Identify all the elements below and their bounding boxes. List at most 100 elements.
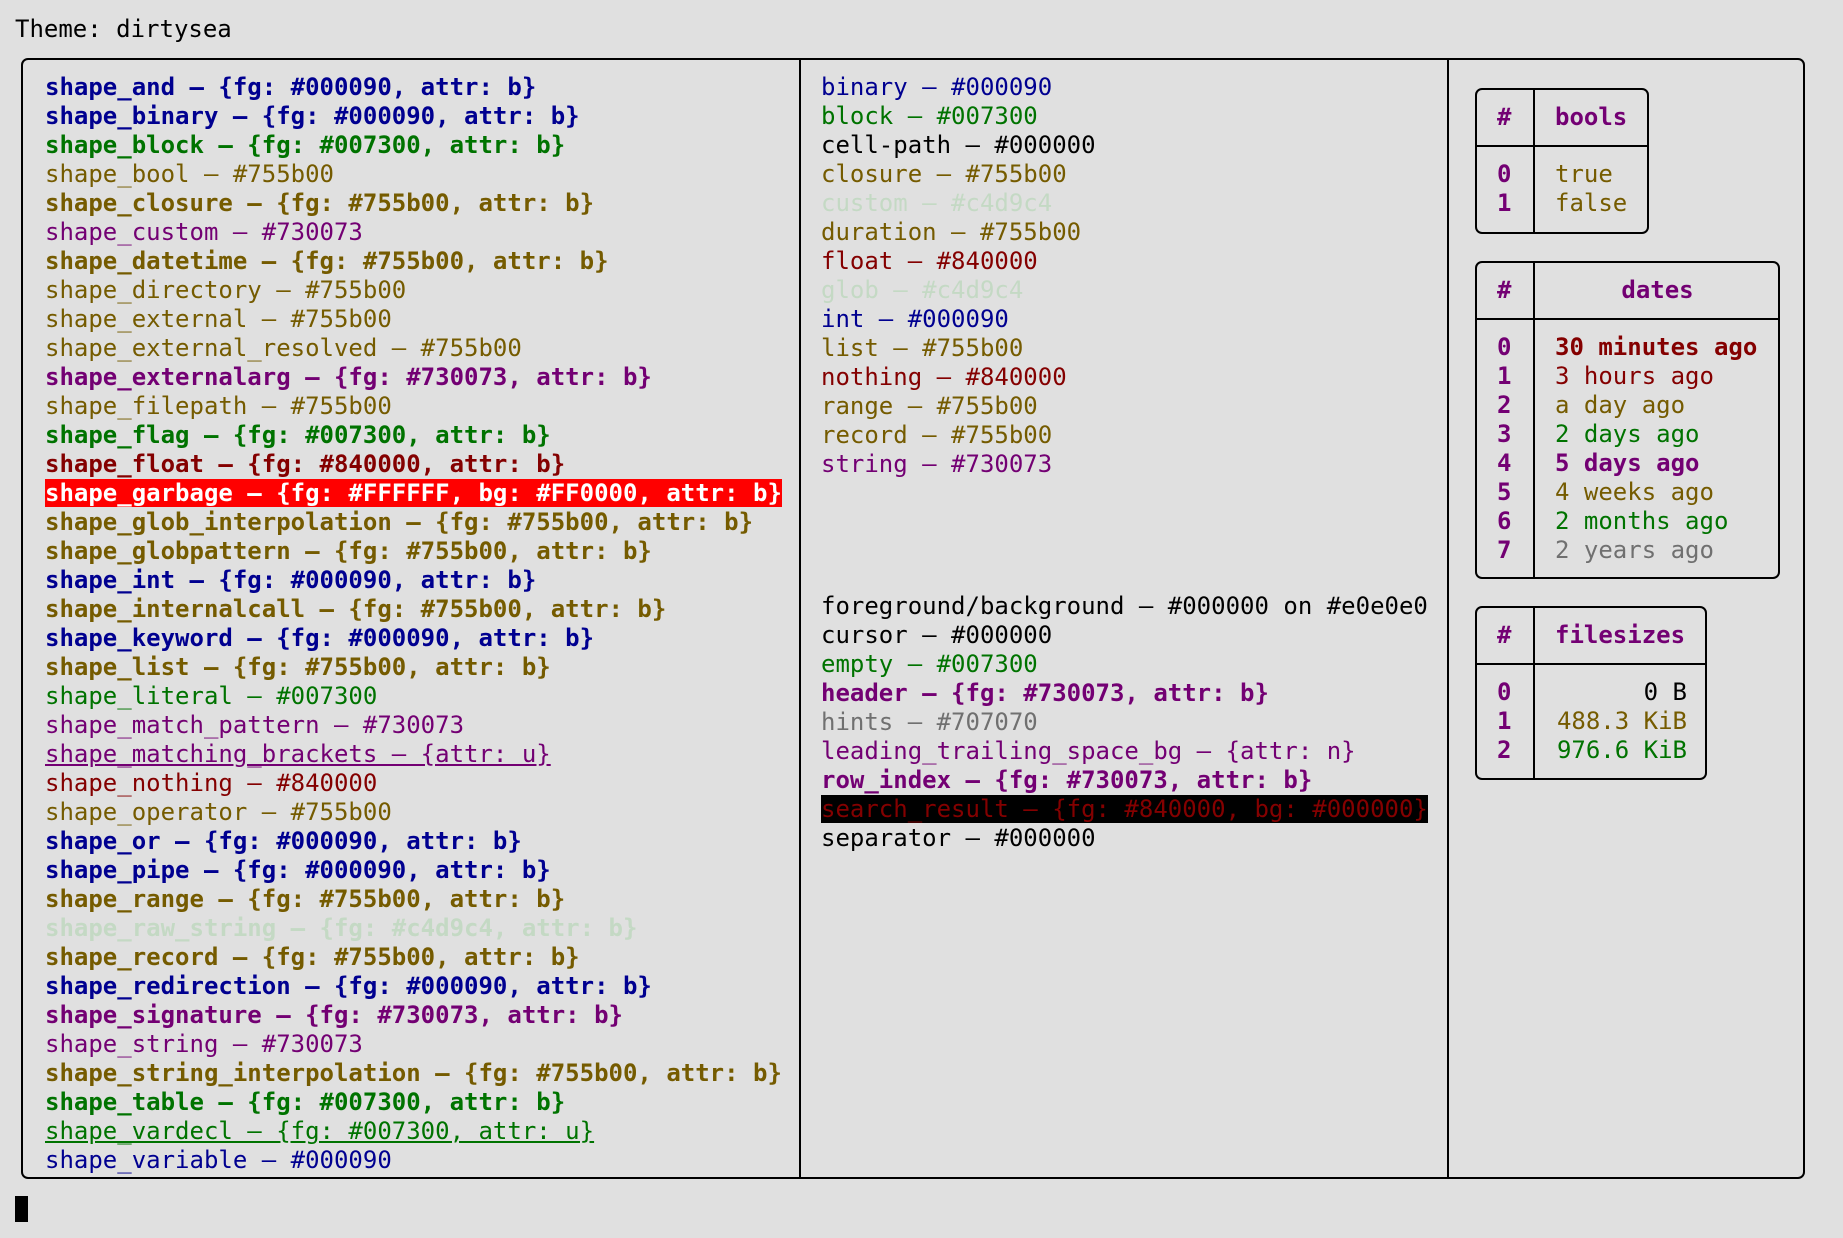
type-color-entry: nothing – #840000 xyxy=(821,363,1096,392)
ui-color-entry-text: cursor – #000000 xyxy=(821,621,1053,649)
shape-style-entry: shape_globpattern – {fg: #755b00, attr: … xyxy=(45,537,782,566)
bools-value: true xyxy=(1555,160,1613,188)
shape-style-entry: shape_match_pattern – #730073 xyxy=(45,711,782,740)
filesizes-value: 0 B xyxy=(1643,678,1687,706)
shape-style-entry: shape_datetime – {fg: #755b00, attr: b} xyxy=(45,247,782,276)
dates-value: 2 days ago xyxy=(1555,420,1700,448)
type-color-entry-text: binary – #000090 xyxy=(821,73,1053,101)
type-color-entry: float – #840000 xyxy=(821,247,1096,276)
index-column-header: # xyxy=(1497,621,1512,649)
type-color-entry-text: closure – #755b00 xyxy=(821,160,1067,188)
type-color-entry-text: float – #840000 xyxy=(821,247,1038,275)
type-color-entry: cell-path – #000000 xyxy=(821,131,1096,160)
shape-style-entry: shape_external – #755b00 xyxy=(45,305,782,334)
shape-style-entry-text: shape_signature – {fg: #730073, attr: b} xyxy=(45,1001,623,1029)
shape-style-entry: shape_externalarg – {fg: #730073, attr: … xyxy=(45,363,782,392)
shape-style-entry: shape_redirection – {fg: #000090, attr: … xyxy=(45,972,782,1001)
type-color-entry: list – #755b00 xyxy=(821,334,1096,363)
dates-value: 3 hours ago xyxy=(1555,362,1714,390)
row-index: 0 xyxy=(1497,160,1512,188)
type-colors-list: binary – #000090 block – #007300 cell-path… xyxy=(821,73,1096,479)
table-column-separator xyxy=(1533,608,1535,778)
shape-style-entry-text: shape_block – {fg: #007300, attr: b} xyxy=(45,131,566,159)
shape-style-entry-text: shape_directory – #755b00 xyxy=(45,276,407,304)
shape-style-entry-text: shape_nothing – #840000 xyxy=(45,769,378,797)
type-color-entry: custom – #c4d9c4 xyxy=(821,189,1096,218)
ui-color-entry: hints – #707070 xyxy=(821,708,1428,737)
row-index: 1 xyxy=(1497,189,1512,217)
shape-style-entry: shape_nothing – #840000 xyxy=(45,769,782,798)
dates-value: 2 years ago xyxy=(1555,536,1714,564)
ui-color-entry-text: separator – #000000 xyxy=(821,824,1096,852)
shape-style-entry: shape_internalcall – {fg: #755b00, attr:… xyxy=(45,595,782,624)
ui-color-entry: leading_trailing_space_bg – {attr: n} xyxy=(821,737,1428,766)
shape-style-entry: shape_list – {fg: #755b00, attr: b} xyxy=(45,653,782,682)
filesizes-column-header: filesizes xyxy=(1555,621,1686,649)
shape-style-entry: shape_directory – #755b00 xyxy=(45,276,782,305)
ui-color-entry-text: hints – #707070 xyxy=(821,708,1038,736)
type-color-entry: binary – #000090 xyxy=(821,73,1096,102)
row-index: 6 xyxy=(1497,507,1512,535)
filesizes-value: 976.6 KiB xyxy=(1556,736,1687,764)
index-column-header: # xyxy=(1497,276,1512,304)
dates-value: 30 minutes ago xyxy=(1555,333,1758,361)
shape-style-entry-text: shape_filepath – #755b00 xyxy=(45,392,392,420)
shape-style-entry: shape_bool – #755b00 xyxy=(45,160,782,189)
shape-style-entry: shape_operator – #755b00 xyxy=(45,798,782,827)
shape-style-entry-text: shape_raw_string – {fg: #c4d9c4, attr: b… xyxy=(45,914,638,942)
bools-value: false xyxy=(1555,189,1628,217)
ui-color-entry: separator – #000000 xyxy=(821,824,1428,853)
shape-style-entry-text: shape_int – {fg: #000090, attr: b} xyxy=(45,566,537,594)
row-index: 4 xyxy=(1497,449,1512,477)
shape-style-entry-text: shape_float – {fg: #840000, attr: b} xyxy=(45,450,566,478)
shape-style-entry: shape_variable – #000090 xyxy=(45,1146,782,1175)
dates-value: 5 days ago xyxy=(1555,449,1700,477)
row-index: 2 xyxy=(1497,391,1512,419)
shape-style-entry: shape_string_interpolation – {fg: #755b0… xyxy=(45,1059,782,1088)
shape-style-entry: shape_garbage – {fg: #FFFFFF, bg: #FF000… xyxy=(45,479,782,508)
terminal-cursor xyxy=(15,1196,28,1222)
row-index: 3 xyxy=(1497,420,1512,448)
dates-column-header: dates xyxy=(1621,276,1694,304)
dates-value: 2 months ago xyxy=(1555,507,1729,535)
row-index: 1 xyxy=(1497,362,1512,390)
shape-style-entry-text: shape_list – {fg: #755b00, attr: b} xyxy=(45,653,551,681)
type-color-entry: glob – #c4d9c4 xyxy=(821,276,1096,305)
index-column-header: # xyxy=(1497,103,1512,131)
filesizes-table: # filesizes 0 0 B 1 488.3 KiB 2 976.6 KiB xyxy=(1475,606,1707,780)
shape-style-entry-text: shape_range – {fg: #755b00, attr: b} xyxy=(45,885,566,913)
ui-color-entry: search_result – {fg: #840000, bg: #00000… xyxy=(821,795,1428,824)
shape-style-entry: shape_filepath – #755b00 xyxy=(45,392,782,421)
type-color-entry-text: record – #755b00 xyxy=(821,421,1053,449)
shape-style-entry-text: shape_operator – #755b00 xyxy=(45,798,392,826)
ui-color-entry: foreground/background – #000000 on #e0e0… xyxy=(821,592,1428,621)
shape-style-entry: shape_range – {fg: #755b00, attr: b} xyxy=(45,885,782,914)
type-color-entry-text: string – #730073 xyxy=(821,450,1053,478)
shape-style-entry: shape_signature – {fg: #730073, attr: b} xyxy=(45,1001,782,1030)
shape-style-entry: shape_string – #730073 xyxy=(45,1030,782,1059)
ui-color-entry: row_index – {fg: #730073, attr: b} xyxy=(821,766,1428,795)
ui-color-entry-text: empty – #007300 xyxy=(821,650,1038,678)
column-separator xyxy=(799,60,801,1177)
shape-style-entry-text: shape_string_interpolation – {fg: #755b0… xyxy=(45,1059,782,1087)
ui-color-entry: empty – #007300 xyxy=(821,650,1428,679)
bools-column-header: bools xyxy=(1555,103,1628,131)
shape-style-entry: shape_block – {fg: #007300, attr: b} xyxy=(45,131,782,160)
type-color-entry: record – #755b00 xyxy=(821,421,1096,450)
shape-style-entry-text: shape_literal – #007300 xyxy=(45,682,378,710)
shape-style-entry-text: shape_binary – {fg: #000090, attr: b} xyxy=(45,102,580,130)
shape-style-entry: shape_and – {fg: #000090, attr: b} xyxy=(45,73,782,102)
shape-style-entry-text: shape_glob_interpolation – {fg: #755b00,… xyxy=(45,508,754,536)
shape-style-entry-text: shape_flag – {fg: #007300, attr: b} xyxy=(45,421,551,449)
type-color-entry-text: nothing – #840000 xyxy=(821,363,1067,391)
type-color-entry: closure – #755b00 xyxy=(821,160,1096,189)
shape-style-entry-text: shape_matching_brackets – {attr: u} xyxy=(45,740,551,768)
shape-style-entry-text: shape_keyword – {fg: #000090, attr: b} xyxy=(45,624,595,652)
type-color-entry-text: list – #755b00 xyxy=(821,334,1024,362)
shape-style-entry: shape_matching_brackets – {attr: u} xyxy=(45,740,782,769)
shape-style-entry: shape_record – {fg: #755b00, attr: b} xyxy=(45,943,782,972)
theme-preview-panel: shape_and – {fg: #000090, attr: b} shape_… xyxy=(21,58,1805,1179)
row-index: 0 xyxy=(1497,678,1512,706)
row-index: 1 xyxy=(1497,707,1512,735)
shape-style-entry: shape_literal – #007300 xyxy=(45,682,782,711)
